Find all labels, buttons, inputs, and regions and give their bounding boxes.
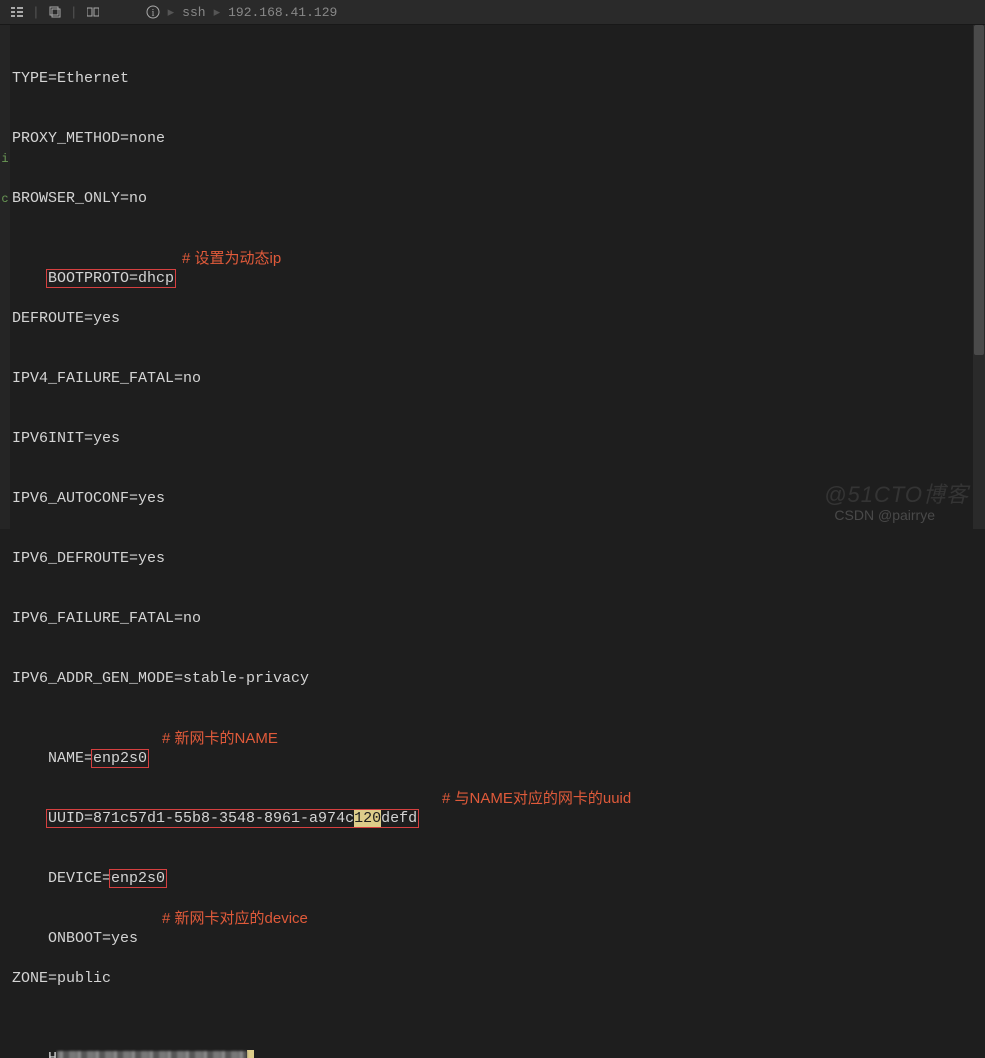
config-line: IPV4_FAILURE_FATAL=no [12,369,985,389]
cursor-icon [247,1050,254,1058]
scrollbar-thumb[interactable] [974,25,984,355]
config-line: ONBOOT=yes # 新网卡对应的device [12,909,985,929]
toolbar-separator: | [32,5,40,20]
menu-icon[interactable] [10,5,24,19]
ssh-label: ssh [182,5,205,20]
config-line: DEFROUTE=yes [12,309,985,329]
annotation-uuid: # 与NAME对应的网卡的uuid [442,789,631,809]
config-line: IPV6_DEFROUTE=yes [12,549,985,569]
redacted-text [57,1051,247,1058]
ssh-ip: 192.168.41.129 [228,5,337,20]
watermark: CSDN @pairrye [834,507,935,523]
cursor-highlight: 120 [354,810,381,827]
vertical-scrollbar[interactable] [973,25,985,529]
svg-text:i: i [151,8,154,19]
gutter-mark: c [0,189,10,209]
editor-area[interactable]: TYPE=Ethernet PROXY_METHOD=none BROWSER_… [10,25,985,529]
highlight-box: BOOTPROTO=dhcp [46,269,176,288]
config-line: IPV6INIT=yes [12,429,985,449]
config-line: IPV6_ADDR_GEN_MODE=stable-privacy [12,669,985,689]
split-icon[interactable] [86,5,100,19]
config-line-bootproto: BOOTPROTO=dhcp # 设置为动态ip [12,249,985,269]
config-line-name: NAME=enp2s0 # 新网卡的NAME [12,729,985,749]
terminal-toolbar: | | i ▸ ssh ▸ 192.168.41.129 [0,0,985,25]
config-line: BROWSER_ONLY=no [12,189,985,209]
highlight-box: enp2s0 [109,869,167,888]
highlight-box: enp2s0 [91,749,149,768]
watermark: @51CTO博客 [824,477,969,509]
config-line: ZONE=public [12,969,985,989]
editor-gutter: i c [0,25,10,529]
config-line: TYPE=Ethernet [12,69,985,89]
annotation-device: # 新网卡对应的device [162,909,308,929]
config-line: PROXY_METHOD=none [12,129,985,149]
annotation-bootproto: # 设置为动态ip [182,249,281,269]
prompt-arrow-icon: ▸ [214,5,221,20]
config-line-last: H [12,1029,985,1049]
highlight-box: UUID=871c57d1-55b8-3548-8961-a974c120def… [46,809,419,828]
config-line-uuid: UUID=871c57d1-55b8-3548-8961-a974c120def… [12,789,985,809]
config-line: IPV6_FAILURE_FATAL=no [12,609,985,629]
copy-icon[interactable] [48,5,62,19]
annotation-name: # 新网卡的NAME [162,729,278,749]
prompt-arrow-icon: ▸ [168,5,175,20]
gutter-mark: i [0,149,10,169]
config-line-device: DEVICE=enp2s0 [12,849,985,869]
toolbar-separator: | [70,5,78,20]
info-icon[interactable]: i [146,5,160,19]
